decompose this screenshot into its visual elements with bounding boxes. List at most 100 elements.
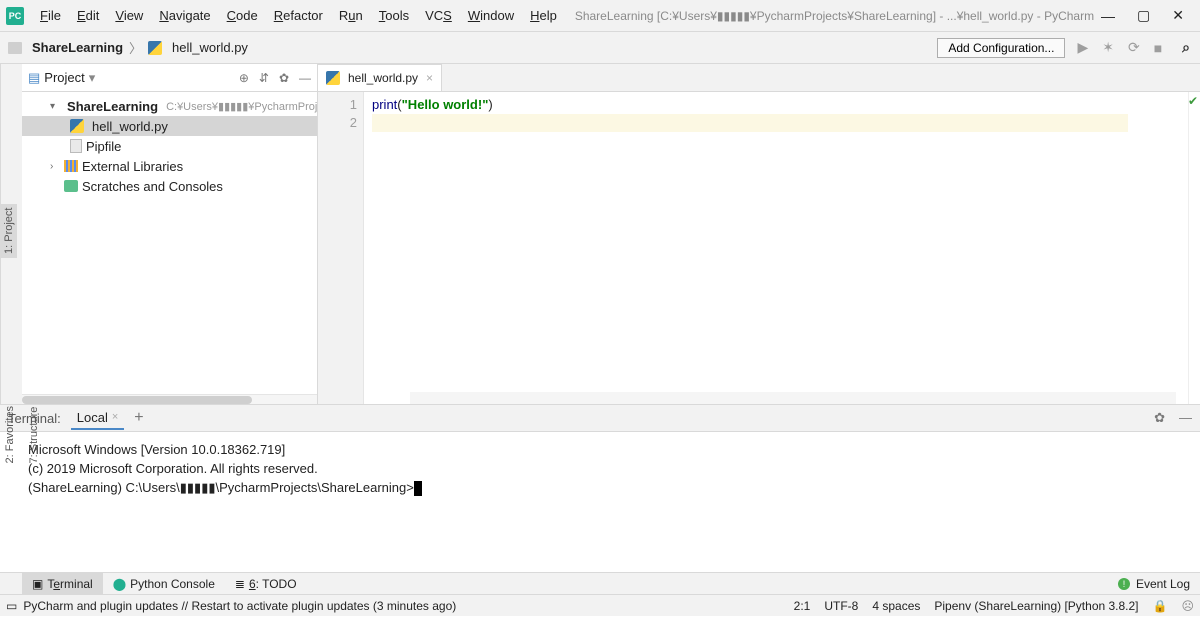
breadcrumb-file[interactable]: hell_world.py: [172, 40, 248, 55]
terminal-tab-local[interactable]: Local ×: [71, 407, 125, 430]
inspector-icon[interactable]: ☹: [1181, 599, 1194, 613]
terminal-body[interactable]: Microsoft Windows [Version 10.0.18362.71…: [0, 432, 1200, 572]
gear-icon[interactable]: ✿: [279, 71, 289, 85]
indent-setting[interactable]: 4 spaces: [872, 599, 920, 613]
chevron-down-icon[interactable]: ▾: [89, 70, 96, 86]
menu-navigate[interactable]: Navigate: [151, 4, 218, 27]
target-icon[interactable]: ⊕: [239, 71, 249, 85]
tree-item-label: Scratches and Consoles: [82, 179, 223, 194]
close-icon[interactable]: ✕: [1172, 7, 1184, 24]
tree-root[interactable]: ▾ ShareLearning C:¥Users¥▮▮▮▮▮¥PycharmPr…: [22, 96, 317, 116]
python-file-icon: [70, 119, 84, 133]
file-encoding[interactable]: UTF-8: [824, 599, 858, 613]
project-tool-window: ▤ Project ▾ ⊕ ⇵ ✿ — ▾ ShareLearning C:¥U…: [22, 64, 318, 404]
terminal-line: Microsoft Windows [Version 10.0.18362.71…: [28, 440, 1192, 459]
menu-file[interactable]: File: [32, 4, 69, 27]
menu-help[interactable]: Help: [522, 4, 565, 27]
folder-icon: [8, 42, 22, 54]
code-line-2[interactable]: [372, 114, 1128, 132]
project-view-icon: ▤: [28, 70, 40, 86]
debug-icon[interactable]: ✶: [1100, 39, 1116, 56]
new-terminal-icon[interactable]: +: [134, 409, 143, 427]
chevron-down-icon[interactable]: ▾: [50, 101, 55, 112]
add-configuration-button[interactable]: Add Configuration...: [937, 38, 1065, 58]
breadcrumb-project[interactable]: ShareLearning: [32, 40, 123, 55]
tree-item-label: Pipfile: [86, 139, 121, 154]
status-rect-icon[interactable]: ▭: [6, 599, 17, 613]
tree-item-pipfile[interactable]: Pipfile: [22, 136, 317, 156]
lock-icon[interactable]: 🔒: [1153, 599, 1168, 613]
terminal-prompt[interactable]: (ShareLearning) C:\Users\▮▮▮▮▮\PycharmPr…: [28, 478, 1192, 497]
menu-window[interactable]: Window: [460, 4, 522, 27]
run-icon[interactable]: ▶: [1075, 39, 1090, 56]
close-tab-icon[interactable]: ×: [112, 411, 118, 423]
gear-icon[interactable]: ✿: [1154, 410, 1165, 426]
todo-icon: ≣: [235, 577, 245, 591]
code-line-1[interactable]: print("Hello world!"): [372, 96, 1188, 114]
stripe-project-tab[interactable]: 1: Project: [1, 204, 17, 258]
hide-icon[interactable]: —: [1179, 410, 1192, 426]
line-gutter: 1 2: [318, 92, 364, 404]
project-scrollbar[interactable]: [22, 394, 317, 404]
editor-scrollbar[interactable]: [410, 392, 1176, 404]
bottom-tab-event-log[interactable]: Event Log: [1136, 577, 1190, 591]
left-tool-stripe-lower: 2: Favorites 7: Structure: [2, 404, 22, 465]
check-icon: ✔: [1188, 94, 1198, 108]
terminal-tab-label: Local: [77, 410, 108, 425]
left-tool-stripe: 1: Project: [0, 64, 22, 404]
stripe-favorites-tab[interactable]: 2: Favorites: [2, 404, 18, 465]
tree-external-libraries[interactable]: › External Libraries: [22, 156, 317, 176]
menu-view[interactable]: View: [107, 4, 151, 27]
collapse-icon[interactable]: ⇵: [259, 71, 269, 85]
search-icon[interactable]: ⌕: [1180, 39, 1192, 56]
breadcrumb-sep: 〉: [129, 38, 142, 57]
window-title: ShareLearning [C:¥Users¥▮▮▮▮▮¥PycharmPro…: [575, 9, 1101, 23]
menu-edit[interactable]: Edit: [69, 4, 107, 27]
close-tab-icon[interactable]: ×: [426, 71, 433, 85]
terminal-icon: ▣: [32, 577, 43, 591]
editor-body[interactable]: 1 2 print("Hello world!") ✔: [318, 92, 1200, 404]
bottom-tab-python-console[interactable]: ⬤ Python Console: [103, 573, 225, 594]
tree-item-hello-world[interactable]: hell_world.py: [22, 116, 317, 136]
minimize-icon[interactable]: —: [1101, 8, 1115, 24]
bottom-tab-todo[interactable]: ≣ 6: TODO: [225, 573, 307, 594]
menu-run[interactable]: Run: [331, 4, 371, 27]
menu-vcs[interactable]: VCS: [417, 4, 460, 27]
python-icon: ⬤: [113, 577, 126, 591]
project-tree[interactable]: ▾ ShareLearning C:¥Users¥▮▮▮▮▮¥PycharmPr…: [22, 92, 317, 394]
status-message: PyCharm and plugin updates // Restart to…: [23, 599, 456, 613]
menu-tools[interactable]: Tools: [371, 4, 417, 27]
editor-tabs: hell_world.py ×: [318, 64, 1200, 92]
tree-root-label: ShareLearning: [67, 99, 158, 114]
editor-tab-label: hell_world.py: [348, 71, 418, 85]
hide-icon[interactable]: —: [299, 71, 311, 85]
maximize-icon[interactable]: ▢: [1137, 7, 1150, 24]
stop-icon[interactable]: ■: [1152, 40, 1164, 56]
bottom-tab-terminal[interactable]: ▣ Terminal: [22, 573, 103, 594]
python-file-icon: [148, 41, 162, 55]
stripe-structure-tab[interactable]: 7: Structure: [26, 404, 42, 465]
project-title[interactable]: Project: [44, 70, 84, 85]
library-icon: [64, 160, 78, 172]
editor-tab-hello-world[interactable]: hell_world.py ×: [318, 64, 442, 91]
menu-code[interactable]: Code: [219, 4, 266, 27]
main-area: 1: Project ▤ Project ▾ ⊕ ⇵ ✿ — ▾ ShareLe…: [0, 64, 1200, 404]
terminal-cursor: [414, 481, 422, 496]
coverage-icon[interactable]: ⟳: [1126, 39, 1142, 56]
project-header: ▤ Project ▾ ⊕ ⇵ ✿ —: [22, 64, 317, 92]
status-bar: ▭ PyCharm and plugin updates // Restart …: [0, 594, 1200, 616]
inspection-rail: ✔: [1188, 92, 1200, 404]
line-number: 1: [318, 96, 357, 114]
code-area[interactable]: print("Hello world!"): [364, 92, 1188, 404]
interpreter-label[interactable]: Pipenv (ShareLearning) [Python 3.8.2]: [934, 599, 1138, 613]
chevron-right-icon[interactable]: ›: [50, 161, 60, 172]
python-file-icon: [326, 71, 340, 85]
breadcrumb[interactable]: ShareLearning 〉 hell_world.py: [8, 38, 248, 57]
file-icon: [70, 139, 82, 153]
line-number: 2: [318, 114, 357, 132]
caret-position[interactable]: 2:1: [794, 599, 811, 613]
tree-scratches[interactable]: Scratches and Consoles: [22, 176, 317, 196]
tree-root-path: C:¥Users¥▮▮▮▮▮¥PycharmProjects: [166, 100, 317, 113]
menu-refactor[interactable]: Refactor: [266, 4, 331, 27]
menu-bar: PC File Edit View Navigate Code Refactor…: [0, 0, 1200, 32]
